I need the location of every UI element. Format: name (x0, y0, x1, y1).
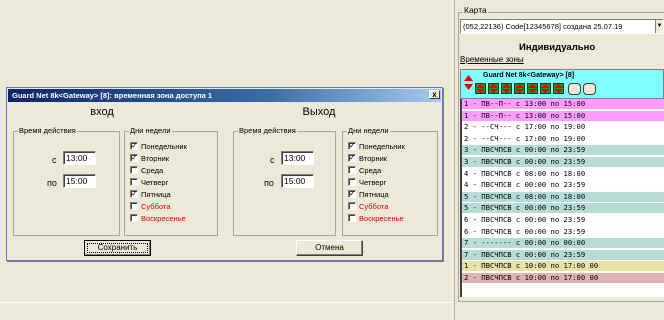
zone-row[interactable]: 2 - --СЧ--- с 17:00 по 19:00 (462, 122, 664, 133)
zone-2-arrows-icon[interactable] (488, 83, 499, 94)
zone-row[interactable]: 3 - ПВСЧПСВ с 00:00 по 23:59 (462, 145, 664, 156)
exit-day-7-checkbox[interactable] (348, 214, 356, 222)
entry-day-7-checkbox[interactable] (130, 214, 138, 222)
exit-to-field[interactable]: 15:00 (281, 174, 314, 188)
entry-title: вход (90, 106, 114, 118)
zone-row[interactable]: 1 - ПВ--П-- с 13:00 по 15:00 (462, 99, 664, 109)
entry-day-5-label: Пятница (141, 190, 171, 199)
zone-row[interactable]: 7 - ------- с 00:00 по 00:00 (462, 238, 664, 249)
exit-day-5-checkbox[interactable]: ✓ (348, 190, 356, 198)
zone-button-2[interactable] (583, 83, 596, 95)
entry-from-label: с (52, 155, 57, 165)
entry-day-4-label: Четверг (141, 178, 169, 187)
sort-arrows-icon[interactable] (464, 75, 473, 91)
exit-day-2-label: Вторник (359, 154, 388, 163)
dialog-title: Guard Net 8k<Gateway> [8]: временная зон… (8, 89, 441, 102)
exit-day-7[interactable]: Воскресенье (348, 214, 404, 224)
entry-day-4-checkbox[interactable] (130, 178, 138, 186)
zones-table: 1 - ПВ--П-- с 13:00 по 15:00 1 - ПВ--П-- … (460, 99, 664, 297)
exit-day-4[interactable]: Четверг (348, 178, 386, 188)
entry-day-7-label: Воскресенье (141, 214, 186, 223)
zone-row[interactable]: 1 - ПВСЧПСВ с 10:00 по 17:00 00 (462, 261, 664, 272)
zone-row[interactable]: 6 - ПВСЧПСВ с 00:00 по 23:59 (462, 226, 664, 237)
entry-day-2[interactable]: ✓ Вторник (130, 154, 169, 164)
zone-4-arrows-icon[interactable] (514, 83, 525, 94)
zone-6-arrows-icon[interactable] (540, 83, 551, 94)
zones-table-header: Guard Net 8k<Gateway> [8] (460, 69, 664, 99)
exit-day-3[interactable]: Среда (348, 166, 381, 176)
entry-day-6-label: Суббота (141, 202, 171, 211)
exit-day-4-checkbox[interactable] (348, 178, 356, 186)
close-button[interactable]: x (429, 90, 440, 99)
entry-day-2-label: Вторник (141, 154, 170, 163)
exit-day-3-checkbox[interactable] (348, 166, 356, 174)
zone-row[interactable]: 2 - --СЧ--- с 17:00 по 19:00 (462, 133, 664, 144)
exit-day-6-checkbox[interactable] (348, 202, 356, 210)
entry-day-2-checkbox[interactable]: ✓ (130, 154, 138, 162)
zones-table-title: Guard Net 8k<Gateway> [8] (483, 72, 575, 79)
zone-row[interactable]: 4 - ПВСЧПСВ с 08:00 по 18:00 (462, 168, 664, 179)
entry-from-field[interactable]: 13:00 (63, 151, 96, 165)
exit-day-4-label: Четверг (359, 178, 387, 187)
exit-to-label: по (264, 178, 274, 188)
save-button[interactable]: Сохранить (84, 240, 151, 256)
zone-row[interactable]: 5 - ПВСЧПСВ с 08:00 по 18:00 (462, 191, 664, 202)
entry-to-field[interactable]: 15:00 (63, 174, 96, 188)
zone-1-arrows-icon[interactable] (475, 83, 486, 94)
entry-day-7[interactable]: Воскресенье (130, 214, 186, 224)
entry-day-1[interactable]: ✓ Понедельник (130, 142, 187, 152)
exit-day-2[interactable]: ✓ Вторник (348, 154, 387, 164)
cancel-button[interactable]: Отмена (296, 240, 363, 256)
zone-button-1[interactable] (568, 83, 581, 95)
zone-7-arrows-icon[interactable] (553, 83, 564, 94)
zone-row[interactable]: 1 - ПВ--П-- с 13:00 по 15:00 (462, 110, 664, 121)
chevron-down-icon[interactable]: ▼ (655, 20, 663, 33)
entry-day-1-checkbox[interactable]: ✓ (130, 142, 138, 150)
zone-row[interactable]: 6 - ПВСЧПСВ с 00:00 по 23:59 (462, 215, 664, 225)
entry-days-group-label: Дни недели (129, 126, 172, 136)
zone-row[interactable]: 5 - ПВСЧПСВ с 00:00 по 23:59 (462, 203, 664, 214)
exit-from-label: с (270, 155, 275, 165)
time-zone-dialog: Guard Net 8k<Gateway> [8]: временная зон… (6, 87, 443, 261)
exit-days-group-label: Дни недели (347, 126, 390, 136)
card-group-label: Карта (463, 5, 488, 15)
entry-day-1-label: Понедельник (141, 142, 187, 151)
time-zones-link[interactable]: Временные зоны (460, 55, 524, 64)
zone-row[interactable]: 2 - ПВСЧПСВ с 10:00 по 17:00 00 (462, 273, 664, 283)
entry-time-group-label: Время действия (18, 126, 77, 136)
zone-row[interactable]: 4 - ПВСЧПСВ с 00:00 по 23:59 (462, 180, 664, 191)
zone-5-arrows-icon[interactable] (527, 83, 538, 94)
exit-title: Выход (302, 106, 336, 118)
card-select-value: (052,22136) Code[12345678] создана 25.07… (463, 22, 623, 31)
entry-day-5-checkbox[interactable]: ✓ (130, 190, 138, 198)
entry-day-4[interactable]: Четверг (130, 178, 168, 188)
exit-day-5[interactable]: ✓ Пятница (348, 190, 389, 200)
status-bar (0, 302, 452, 320)
exit-day-6-label: Суббота (359, 202, 389, 211)
exit-day-6[interactable]: Суббота (348, 202, 388, 212)
entry-day-3-label: Среда (141, 166, 164, 175)
entry-day-3[interactable]: Среда (130, 166, 163, 176)
entry-day-6-checkbox[interactable] (130, 202, 138, 210)
card-select[interactable]: (052,22136) Code[12345678] создана 25.07… (460, 19, 664, 34)
entry-day-3-checkbox[interactable] (130, 166, 138, 174)
zone-3-arrows-icon[interactable] (501, 83, 512, 94)
exit-day-5-label: Пятница (359, 190, 389, 199)
exit-day-1-label: Понедельник (359, 142, 405, 151)
mode-label: Индивидуально (519, 42, 596, 53)
exit-day-2-checkbox[interactable]: ✓ (348, 154, 356, 162)
exit-from-field[interactable]: 13:00 (281, 151, 314, 165)
card-panel: Карта (052,22136) Code[12345678] создана… (455, 0, 664, 320)
exit-day-1-checkbox[interactable]: ✓ (348, 142, 356, 150)
exit-time-group-label: Время действия (238, 126, 297, 136)
entry-day-6[interactable]: Суббота (130, 202, 170, 212)
entry-day-5[interactable]: ✓ Пятница (130, 190, 171, 200)
exit-day-1[interactable]: ✓ Понедельник (348, 142, 405, 152)
zone-row[interactable]: 7 - ПВСЧПСВ с 00:00 по 23:59 (462, 249, 664, 260)
exit-day-3-label: Среда (359, 166, 382, 175)
entry-to-label: по (47, 178, 57, 188)
exit-day-7-label: Воскресенье (359, 214, 404, 223)
zone-row[interactable]: 3 - ПВСЧПСВ с 00:00 по 23:59 (462, 157, 664, 167)
